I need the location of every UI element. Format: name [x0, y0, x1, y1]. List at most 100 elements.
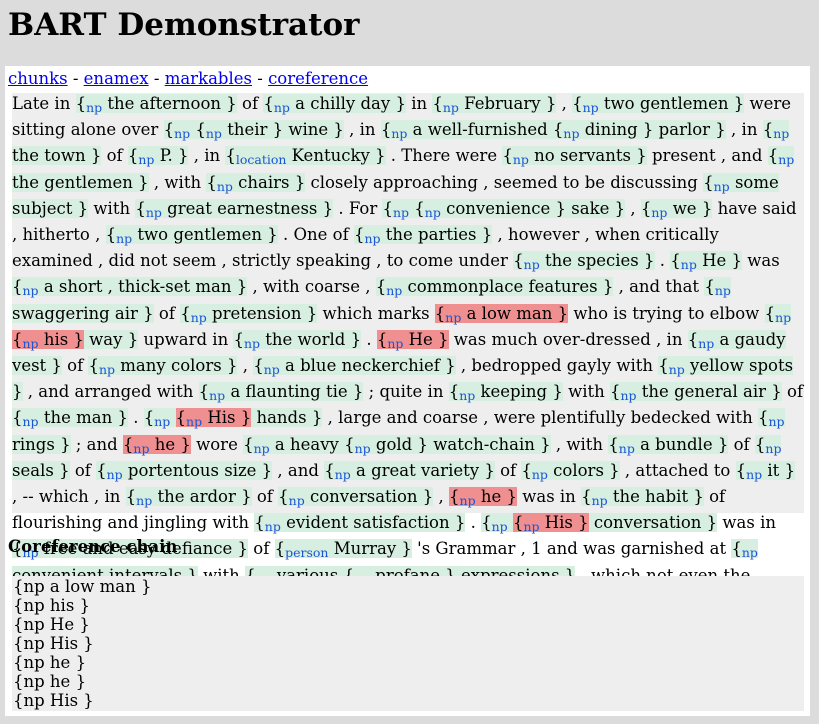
markable-np: {np pretension } [180, 303, 318, 325]
chain-item: {np His } [13, 634, 94, 653]
markable-np: {np a heavy {np gold } watch-chain } [243, 434, 551, 456]
markable-np: {np a well-furnished {np dining } parlor… [380, 120, 726, 142]
markable-type-tag: np [190, 309, 207, 325]
markable-np: {np chairs } [206, 172, 306, 194]
markable-type-tag: np [775, 309, 792, 325]
nav-separator: - [148, 69, 165, 88]
chain-item: {np he } [13, 653, 87, 672]
markable-type-tag: np [386, 283, 403, 299]
chain-item: {np he } [13, 672, 87, 691]
markable-np: {np gold } [344, 434, 428, 456]
markable-type-tag: np [174, 126, 191, 142]
markable-type-tag: np [98, 362, 116, 378]
markable-type-tag: np [364, 231, 381, 247]
markable-np: {np no servants } [502, 146, 647, 168]
markable-np: {np a bundle } [608, 434, 729, 456]
markable-type-tag: np [288, 493, 305, 509]
markable-np: {np the habit } [581, 487, 704, 509]
markable-np: {np the general air } [609, 382, 782, 404]
markable-np: {np two gentlemen } [105, 225, 278, 247]
markable-np: {np his } [12, 329, 84, 351]
markable-np: {np {np His } hands } [143, 408, 323, 430]
markable-type-tag: np [620, 388, 637, 404]
markable-type-tag: np [651, 204, 668, 220]
markable-type-tag: np [442, 100, 459, 115]
markable-type-tag: np [741, 545, 758, 561]
markable-np: {np He } [670, 251, 742, 273]
markable-np: {np portentous size } [96, 460, 273, 482]
markable-np: {np {np His } conversation } [481, 513, 718, 535]
markable-type-tag: np [243, 335, 261, 351]
annotated-document: Late in {np the afternoon } of {np a chi… [12, 93, 804, 613]
markable-type-tag: person [285, 545, 329, 561]
markable-np: {np colors } [521, 460, 620, 482]
markable-type-tag: np [392, 204, 410, 220]
chain-item: {np His } [13, 691, 94, 710]
markable-type-tag: np [116, 231, 133, 247]
markable-type-tag: np [209, 388, 226, 404]
content-panel: chunks - enamex - markables - coreferenc… [5, 66, 810, 716]
markable-np: {np we } [640, 198, 713, 220]
markable-type-tag: np [263, 362, 280, 378]
markable-type-tag: np [768, 414, 785, 430]
markable-type-tag: np [22, 335, 39, 351]
markable-type-tag: np [391, 126, 408, 142]
nav-link-coreference[interactable]: coreference [268, 69, 368, 88]
markable-np: {np {np convenience } sake } [382, 198, 626, 220]
markable-type-tag: np [618, 440, 635, 456]
markable-np: {np a low man } [434, 303, 569, 325]
markable-np: {np the world } [233, 329, 362, 351]
markable-type-tag: np [22, 283, 39, 299]
markable-type-tag: np [746, 466, 763, 482]
markable-np: {np he } [449, 487, 517, 509]
markable-np: {np a short , thick-set man } [12, 277, 248, 299]
markable-type-tag: np [668, 362, 685, 378]
markable-np: {np P. } [127, 146, 189, 168]
markable-type-tag: np [334, 466, 351, 482]
coreference-chain-title: Coreference chain [8, 537, 178, 556]
nav-separator: - [251, 69, 269, 88]
markable-np: {np he } [122, 434, 191, 456]
markable-np: {np a blue neckerchief } [253, 356, 456, 378]
markable-person: {person Murray } [274, 539, 412, 561]
markable-np: {np {np their } wine } [163, 120, 344, 142]
markable-np: {np the man } [12, 408, 128, 430]
markable-type-tag: np [459, 388, 476, 404]
markable-location: {location Kentucky } [225, 146, 386, 168]
markable-type-tag: np [773, 126, 790, 142]
markable-np: {np two gentlemen } [572, 94, 745, 115]
markable-np: {np it } [735, 460, 796, 482]
markable-np: {np the species } [513, 251, 655, 273]
markable-type-tag: np [778, 152, 795, 168]
markable-np: {np a flaunting tie } [198, 382, 364, 404]
markable-np: {np dining } [552, 120, 654, 142]
view-nav: chunks - enamex - markables - coreferenc… [8, 68, 368, 90]
nav-link-chunks[interactable]: chunks [8, 69, 68, 88]
markable-np: {np keeping } [448, 382, 563, 404]
markable-type-tag: np [22, 414, 39, 430]
markable-np: {np great earnestness } [135, 198, 334, 220]
nav-link-markables[interactable]: markables [165, 69, 252, 88]
markable-type-tag: np [523, 257, 540, 273]
chain-item: {np a low man } [13, 577, 152, 596]
markable-np: {np a chilly day } [263, 94, 406, 115]
markable-type-tag: np [106, 466, 123, 482]
markable-np: {np His } [512, 513, 589, 535]
markable-type-tag: np [523, 519, 540, 535]
nav-separator: - [67, 69, 84, 88]
markable-type-tag: np [133, 440, 150, 456]
markable-np: {np many colors } [88, 356, 238, 378]
markable-type-tag: np [531, 466, 548, 482]
markable-type-tag: np [680, 257, 697, 273]
markable-np: {np a great variety } [324, 460, 495, 482]
markable-type-tag: np [698, 335, 715, 351]
markable-np: {np convenience } [414, 198, 567, 220]
markable-type-tag: np [512, 152, 529, 168]
markable-type-tag: np [765, 440, 782, 456]
markable-type-tag: np [138, 152, 155, 168]
markable-np: {np their } [195, 120, 284, 142]
markable-np: {np February } [432, 94, 557, 115]
markable-np: {np He } [376, 329, 449, 351]
markable-type-tag: np [253, 440, 270, 456]
nav-link-enamex[interactable]: enamex [84, 69, 149, 88]
